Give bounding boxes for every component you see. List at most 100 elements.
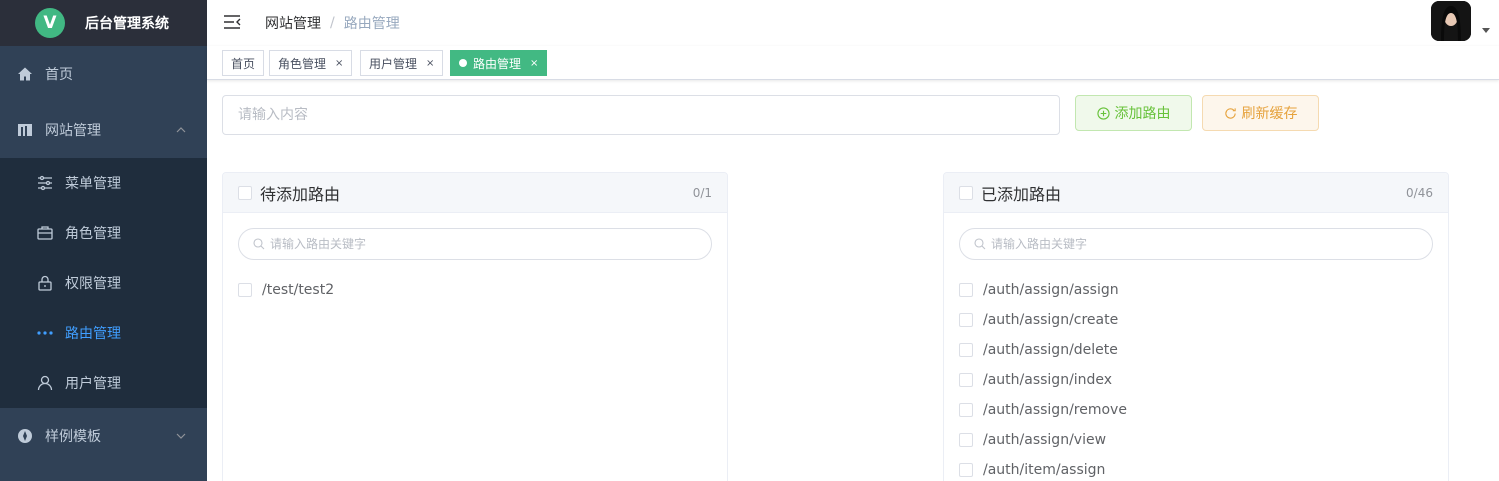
- sidebar-item-label: 网站管理: [45, 123, 101, 139]
- panel-count: 0/46: [1406, 185, 1433, 200]
- sidebar-item-label: 样例模板: [45, 429, 101, 445]
- list-item[interactable]: /test/test2: [223, 275, 727, 305]
- list-item[interactable]: /auth/assign/assign: [944, 275, 1448, 305]
- tags-view: 首页 角色管理 × 用户管理 × 路由管理 ×: [207, 46, 1499, 80]
- refresh-icon: [1224, 107, 1236, 119]
- panel-filter: [959, 228, 1433, 260]
- sidebar-item-site-management[interactable]: 网站管理: [0, 102, 207, 158]
- sidebar: V 后台管理系统 首页 网站管理 菜单管理 角色管理 权限管理 路由管理 用户管…: [0, 0, 207, 481]
- route-path: /auth/assign/view: [983, 432, 1107, 448]
- panel-title: 已添加路由: [981, 184, 1062, 204]
- route-checkbox[interactable]: [959, 373, 973, 387]
- pending-routes-panel: 待添加路由 0/1 /test/test2: [222, 172, 728, 481]
- list-item[interactable]: /auth/assign/remove: [944, 395, 1448, 425]
- sidebar-item-user-management[interactable]: 用户管理: [0, 358, 207, 408]
- sidebar-item-label: 菜单管理: [65, 176, 121, 192]
- route-checkbox[interactable]: [959, 343, 973, 357]
- tag-home[interactable]: 首页: [222, 50, 265, 76]
- compass-icon: [17, 428, 33, 444]
- sidebar-item-role-management[interactable]: 角色管理: [0, 208, 207, 258]
- refresh-cache-button[interactable]: 刷新缓存: [1202, 95, 1319, 131]
- route-path: /auth/assign/delete: [983, 342, 1118, 358]
- caret-down-icon[interactable]: [1482, 28, 1490, 33]
- tag-label: 用户管理: [369, 56, 418, 71]
- sidebar-item-label: 权限管理: [65, 276, 121, 292]
- sidebar-item-sample-templates[interactable]: 样例模板: [0, 408, 207, 464]
- close-icon[interactable]: ×: [335, 58, 343, 69]
- added-routes-panel: 已添加路由 0/46 /auth/assign/assign/auth/assi…: [943, 172, 1449, 481]
- route-checkbox[interactable]: [959, 433, 973, 447]
- lock-icon: [37, 275, 53, 291]
- panel-header: 待添加路由 0/1: [223, 173, 727, 213]
- vue-logo-icon: V: [35, 8, 65, 38]
- route-filter-input[interactable]: [991, 237, 1411, 251]
- panel-count: 0/1: [692, 185, 712, 200]
- tag-route-management[interactable]: 路由管理 ×: [450, 50, 548, 76]
- panel-title: 待添加路由: [260, 184, 341, 204]
- chevron-up-icon: [176, 127, 186, 133]
- sliders-icon: [37, 175, 53, 191]
- tag-label: 首页: [231, 56, 256, 71]
- add-route-button[interactable]: 添加路由: [1075, 95, 1192, 131]
- route-checkbox[interactable]: [959, 403, 973, 417]
- list-item[interactable]: /auth/assign/delete: [944, 335, 1448, 365]
- add-route-label: 添加路由: [1114, 106, 1171, 122]
- panel-header: 已添加路由 0/46: [944, 173, 1448, 213]
- app-root: V 后台管理系统 首页 网站管理 菜单管理 角色管理 权限管理 路由管理 用户管…: [0, 0, 1499, 481]
- tag-user-management[interactable]: 用户管理 ×: [360, 50, 444, 76]
- sidebar-item-label: 角色管理: [65, 226, 121, 242]
- route-path: /auth/item/assign: [983, 462, 1106, 478]
- tag-label: 路由管理: [473, 56, 522, 71]
- navbar: 网站管理 / 路由管理: [207, 0, 1499, 46]
- list-item[interactable]: /auth/assign/create: [944, 305, 1448, 335]
- route-checkbox[interactable]: [959, 463, 973, 477]
- app-title: 后台管理系统: [85, 16, 169, 32]
- sidebar-item-route-management[interactable]: 路由管理: [0, 308, 207, 358]
- briefcase-icon: [37, 225, 53, 241]
- hamburger-icon[interactable]: [223, 13, 241, 31]
- refresh-cache-label: 刷新缓存: [1241, 106, 1298, 122]
- user-icon: [37, 375, 53, 391]
- search-icon: [974, 238, 986, 250]
- home-icon: [17, 66, 33, 82]
- sidebar-logo[interactable]: V 后台管理系统: [0, 0, 207, 46]
- search-icon: [253, 238, 265, 250]
- avatar[interactable]: [1431, 1, 1471, 41]
- route-list: /test/test2: [223, 260, 727, 305]
- route-checkbox[interactable]: [959, 313, 973, 327]
- route-checkbox[interactable]: [238, 283, 252, 297]
- more-dots-icon: [37, 325, 53, 341]
- breadcrumb-separator: /: [330, 15, 335, 31]
- route-path: /auth/assign/index: [983, 372, 1113, 388]
- route-checkbox[interactable]: [959, 283, 973, 297]
- sidebar-submenu: 菜单管理 角色管理 权限管理 路由管理 用户管理: [0, 158, 207, 408]
- route-list: /auth/assign/assign/auth/assign/create/a…: [944, 260, 1448, 481]
- chevron-down-icon: [176, 433, 186, 439]
- active-dot-icon: [459, 59, 467, 67]
- route-filter-input[interactable]: [270, 237, 690, 251]
- sidebar-item-home[interactable]: 首页: [0, 46, 207, 102]
- sidebar-item-permission-management[interactable]: 权限管理: [0, 258, 207, 308]
- breadcrumb-parent[interactable]: 网站管理: [265, 13, 321, 33]
- sidebar-item-menu-management[interactable]: 菜单管理: [0, 158, 207, 208]
- select-all-checkbox[interactable]: [238, 185, 252, 200]
- list-item[interactable]: /auth/item/assign: [944, 455, 1448, 481]
- close-icon[interactable]: ×: [530, 58, 538, 69]
- route-path: /auth/assign/assign: [983, 282, 1119, 298]
- panel-filter: [238, 228, 712, 260]
- breadcrumb-current: 路由管理: [343, 16, 400, 32]
- sidebar-item-label: 路由管理: [65, 326, 121, 342]
- list-item[interactable]: /auth/assign/index: [944, 365, 1448, 395]
- route-path: /test/test2: [262, 282, 335, 298]
- plus-circle-icon: [1096, 106, 1110, 120]
- close-icon[interactable]: ×: [426, 58, 434, 69]
- list-item[interactable]: /auth/assign/view: [944, 425, 1448, 455]
- select-all-checkbox[interactable]: [959, 185, 973, 200]
- route-path: /auth/assign/create: [983, 312, 1119, 328]
- search-input[interactable]: [222, 95, 1060, 135]
- sidebar-item-label: 用户管理: [65, 376, 121, 392]
- building-icon: [17, 122, 33, 138]
- route-path: /auth/assign/remove: [983, 402, 1127, 418]
- tag-label: 角色管理: [278, 56, 327, 71]
- tag-role-management[interactable]: 角色管理 ×: [269, 50, 353, 76]
